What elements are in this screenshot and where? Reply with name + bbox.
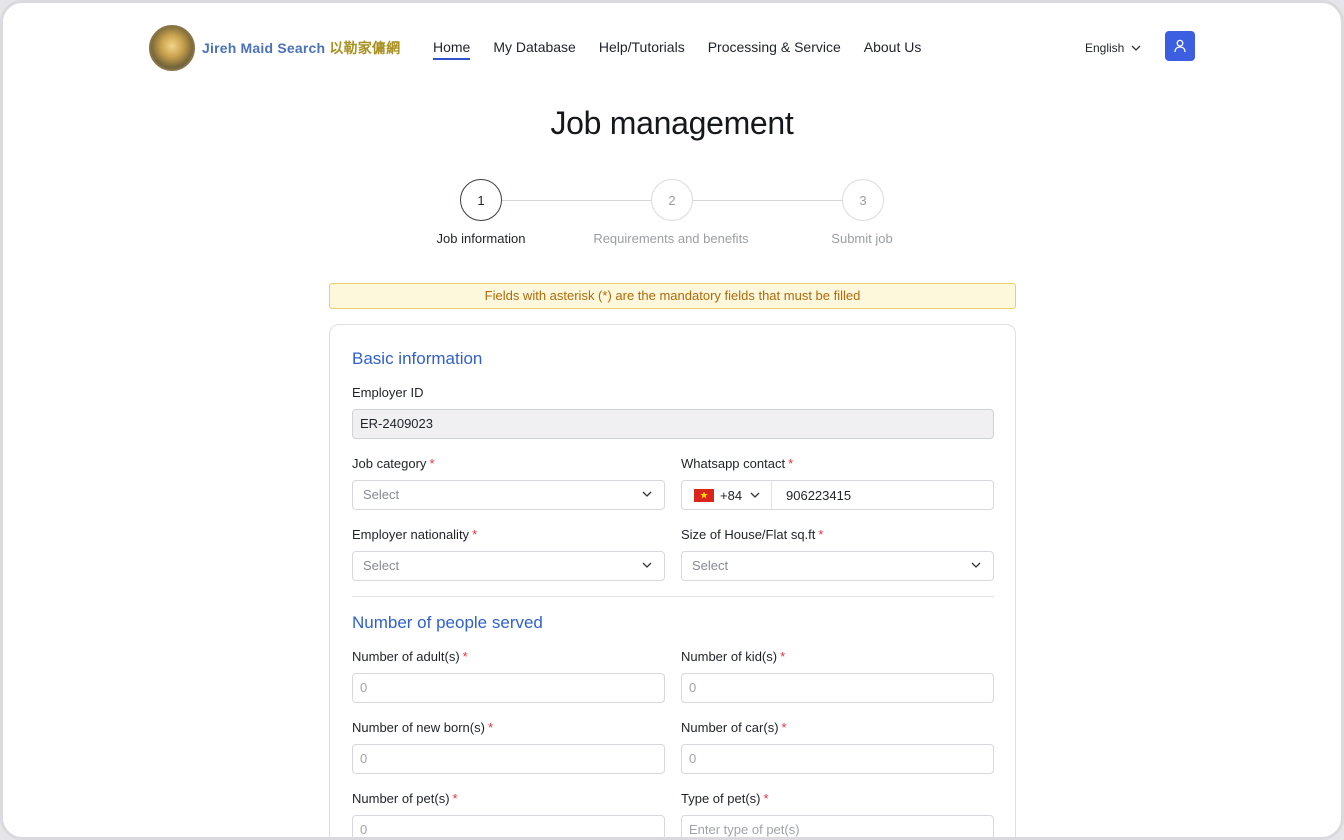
nav-home[interactable]: Home — [433, 39, 471, 60]
step-2-circle[interactable]: 2 — [651, 179, 693, 221]
adults-label-text: Number of adult(s) — [352, 649, 460, 664]
whatsapp-label-text: Whatsapp contact — [681, 456, 786, 471]
chevron-down-icon — [971, 562, 981, 568]
logo-image — [149, 25, 195, 71]
required-mark: * — [452, 791, 458, 806]
cars-input[interactable]: 0 — [681, 744, 994, 774]
step-1-circle[interactable]: 1 — [460, 179, 502, 221]
house-size-label: Size of House/Flat sq.ft * — [681, 527, 823, 542]
nationality-select[interactable]: Select — [352, 551, 665, 581]
nationality-label-text: Employer nationality — [352, 527, 470, 542]
page-title: Job management — [550, 105, 794, 141]
nationality-placeholder: Select — [363, 558, 400, 573]
language-label: English — [1085, 41, 1125, 55]
cars-label: Number of car(s) * — [681, 720, 787, 735]
nav-about-us[interactable]: About Us — [864, 39, 922, 60]
nav-help-tutorials[interactable]: Help/Tutorials — [599, 39, 685, 60]
house-size-select[interactable]: Select — [681, 551, 994, 581]
section-divider — [352, 596, 994, 597]
step-connector — [692, 200, 843, 201]
adults-label: Number of adult(s) * — [352, 649, 468, 664]
required-mark: * — [462, 649, 468, 664]
newborns-input[interactable]: 0 — [352, 744, 665, 774]
step-2-label: Requirements and benefits — [593, 231, 749, 246]
employer-id-label-text: Employer ID — [352, 385, 424, 400]
mandatory-fields-notice: Fields with asterisk (*) are the mandato… — [329, 283, 1016, 309]
site-logo[interactable]: Jireh Maid Search 以勒家傭網 — [149, 25, 400, 71]
required-mark: * — [788, 456, 794, 471]
country-code-value: +84 — [720, 487, 743, 503]
cars-label-text: Number of car(s) — [681, 720, 779, 735]
whatsapp-phone-field: +84 906223415 — [681, 480, 994, 510]
required-mark: * — [781, 720, 787, 735]
logo-text-zh: 以勒家傭網 — [329, 40, 401, 56]
employer-id-field: ER-2409023 — [352, 409, 994, 439]
required-mark: * — [429, 456, 435, 471]
house-size-placeholder: Select — [692, 558, 729, 573]
job-category-select[interactable]: Select — [352, 480, 665, 510]
step-connector — [502, 200, 652, 201]
logo-text-en: Jireh Maid Search — [202, 40, 326, 56]
main-nav: Home My Database Help/Tutorials Processi… — [433, 39, 944, 60]
pets-label-text: Number of pet(s) — [352, 791, 450, 806]
whatsapp-label: Whatsapp contact * — [681, 456, 793, 471]
step-3-label: Submit job — [831, 231, 893, 246]
job-category-placeholder: Select — [363, 487, 400, 502]
newborns-label-text: Number of new born(s) — [352, 720, 485, 735]
employer-id-label: Employer ID — [352, 385, 424, 400]
people-served-title: Number of people served — [352, 613, 543, 632]
top-navbar: Jireh Maid Search 以勒家傭網 Home My Database… — [3, 3, 1341, 95]
nav-processing-service[interactable]: Processing & Service — [708, 39, 841, 60]
pet-type-label-text: Type of pet(s) — [681, 791, 761, 806]
basic-info-title: Basic information — [352, 349, 483, 368]
kids-input[interactable]: 0 — [681, 673, 994, 703]
kids-label: Number of kid(s) * — [681, 649, 785, 664]
required-mark: * — [780, 649, 786, 664]
chevron-down-icon — [642, 491, 652, 497]
logo-text: Jireh Maid Search 以勒家傭網 — [202, 38, 400, 58]
user-account-button[interactable] — [1165, 31, 1195, 61]
vietnam-flag-icon — [694, 488, 714, 502]
job-category-label: Job category * — [352, 456, 435, 471]
pets-input[interactable]: 0 — [352, 815, 665, 837]
nationality-label: Employer nationality * — [352, 527, 477, 542]
pets-label: Number of pet(s) * — [352, 791, 458, 806]
job-category-label-text: Job category — [352, 456, 427, 471]
whatsapp-number-input[interactable]: 906223415 — [772, 488, 851, 503]
pet-type-input[interactable]: Enter type of pet(s) — [681, 815, 994, 837]
job-form-card: Basic information Employer ID ER-2409023… — [329, 324, 1016, 837]
step-3-circle[interactable]: 3 — [842, 179, 884, 221]
app-window: Jireh Maid Search 以勒家傭網 Home My Database… — [0, 0, 1344, 840]
required-mark: * — [487, 720, 494, 735]
required-mark: * — [818, 527, 824, 542]
required-mark: * — [472, 527, 478, 542]
pet-type-label: Type of pet(s) * — [681, 791, 769, 806]
language-selector[interactable]: English — [1085, 41, 1141, 55]
user-icon — [1174, 39, 1186, 53]
chevron-down-icon — [750, 492, 760, 498]
chevron-down-icon — [1131, 45, 1141, 51]
country-code-select[interactable]: +84 — [682, 481, 772, 509]
adults-input[interactable]: 0 — [352, 673, 665, 703]
newborns-label: Number of new born(s) * — [352, 720, 493, 735]
nav-my-database[interactable]: My Database — [493, 39, 575, 60]
required-mark: * — [763, 791, 769, 806]
chevron-down-icon — [642, 562, 652, 568]
house-size-label-text: Size of House/Flat sq.ft — [681, 527, 816, 542]
kids-label-text: Number of kid(s) — [681, 649, 778, 664]
step-1-label: Job information — [436, 231, 526, 246]
